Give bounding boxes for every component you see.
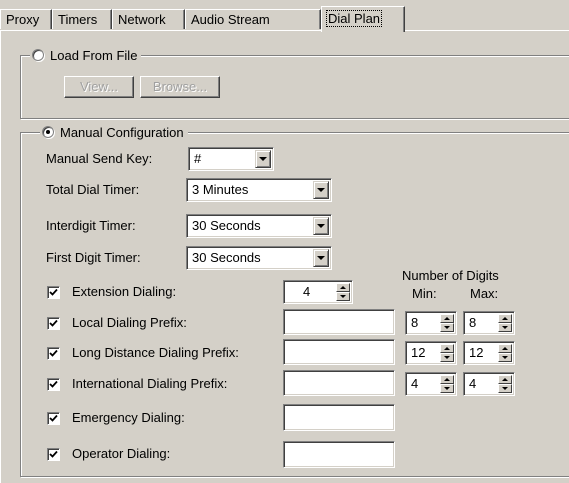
load-from-file-radio[interactable] — [32, 49, 44, 61]
tab-proxy[interactable]: Proxy — [0, 9, 52, 29]
load-from-file-legend: Load From File — [30, 47, 142, 63]
tab-label: Proxy — [6, 12, 40, 27]
tab-label: Audio Stream — [191, 12, 270, 27]
manual-configuration-radio[interactable] — [42, 126, 54, 138]
dial-plan-panel — [0, 30, 569, 483]
tab-label: Network — [118, 12, 166, 27]
load-from-file-label: Load From File — [50, 47, 138, 63]
tab-label: Dial Plan — [325, 10, 383, 27]
tab-audio-stream[interactable]: Audio Stream — [185, 9, 321, 29]
tab-strip: Proxy Timers Network Audio Stream Dial P… — [0, 0, 569, 32]
tab-timers[interactable]: Timers — [52, 9, 112, 29]
tab-network[interactable]: Network — [112, 9, 185, 29]
manual-configuration-legend: Manual Configuration — [40, 124, 188, 140]
tab-dial-plan[interactable]: Dial Plan — [321, 6, 405, 32]
tab-label: Timers — [58, 12, 98, 27]
manual-configuration-label: Manual Configuration — [60, 124, 184, 140]
